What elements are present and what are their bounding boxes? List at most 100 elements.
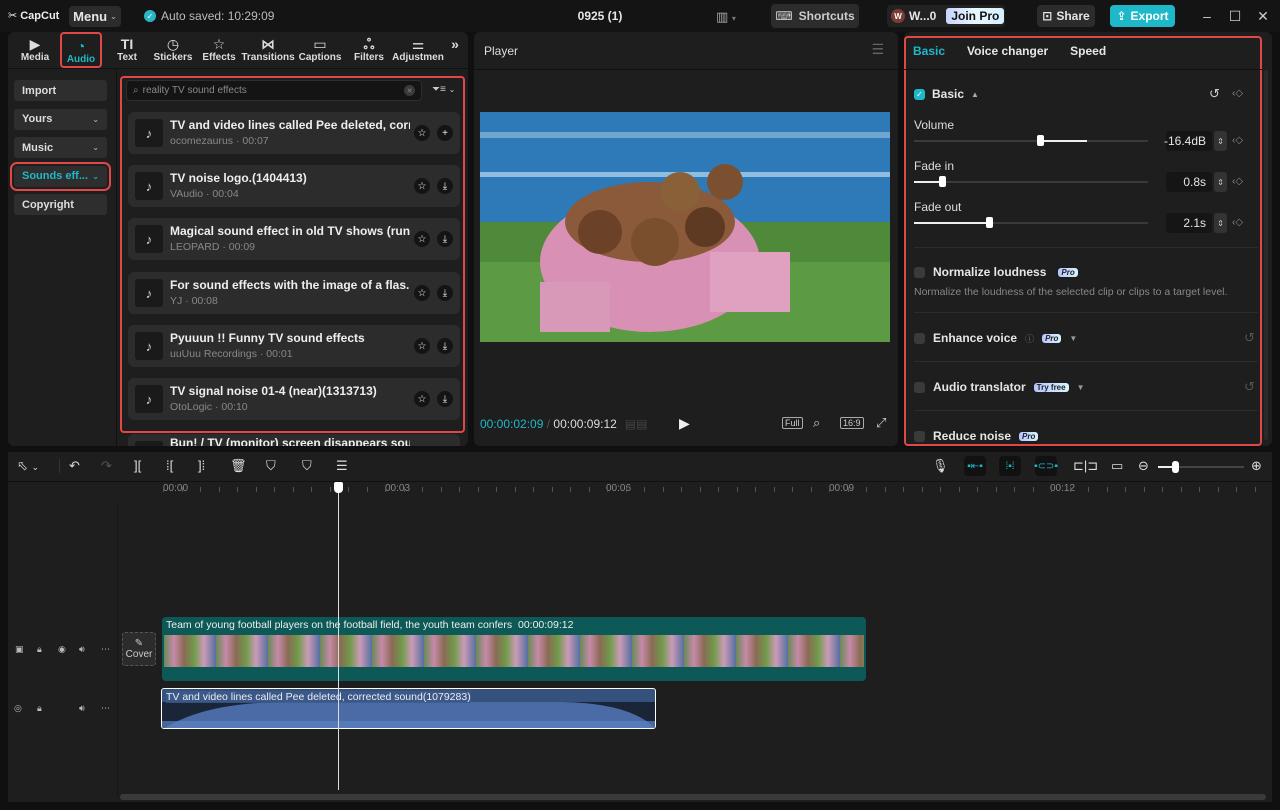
reset-icon[interactable]: ↺ bbox=[1244, 330, 1255, 346]
eye-icon[interactable]: ◉ bbox=[58, 644, 66, 655]
zoom-slider-handle[interactable] bbox=[1172, 461, 1180, 473]
search-input[interactable]: reality TV sound effects bbox=[143, 85, 247, 96]
help-icon[interactable]: ⓘ bbox=[1025, 332, 1034, 345]
keyframe-nav-icon[interactable]: ‹◇ bbox=[1232, 88, 1243, 99]
marker-icon[interactable]: ⛉ bbox=[302, 458, 312, 474]
favorite-star-icon[interactable]: ☆ bbox=[414, 285, 430, 301]
tool-filters[interactable]: ஃ Filters bbox=[346, 32, 392, 68]
filter-button[interactable]: ⏷≡ ⌄ bbox=[432, 84, 455, 95]
basic-section-header[interactable]: ✓ Basic ▲ bbox=[914, 87, 979, 101]
normalize-loudness-option[interactable]: Normalize loudness Pro bbox=[914, 265, 1078, 279]
speaker-icon[interactable]: 🔊︎ bbox=[79, 644, 85, 655]
sound-item[interactable]: ♪ TV signal noise 01-4 (near)(1313713) Oto… bbox=[128, 378, 460, 420]
basic-checkbox[interactable]: ✓ bbox=[914, 88, 925, 100]
favorite-star-icon[interactable]: ☆ bbox=[414, 391, 430, 407]
reduce-noise-checkbox[interactable] bbox=[914, 430, 925, 442]
download-icon[interactable]: ⤓ bbox=[437, 285, 453, 301]
zoom-out-icon[interactable]: ⊖ bbox=[1138, 458, 1149, 474]
main-track-magnet-icon[interactable]: ▪⇤▪ bbox=[964, 456, 986, 476]
keyframe-icon[interactable]: ‹◇ bbox=[1232, 176, 1243, 187]
fade-out-slider-handle[interactable] bbox=[985, 217, 993, 228]
category-import[interactable]: Import bbox=[14, 80, 107, 101]
search-field[interactable]: ⌕ reality TV sound effects ✕ bbox=[126, 80, 422, 101]
tab-speed[interactable]: Speed bbox=[1070, 44, 1106, 58]
tool-stickers[interactable]: ◷ Stickers bbox=[150, 32, 196, 68]
playhead[interactable] bbox=[338, 482, 339, 790]
fullscreen-icon[interactable]: ⤢ bbox=[876, 415, 886, 431]
sound-item[interactable]: Bun! / TV (monitor) screen disappears so… bbox=[128, 434, 460, 446]
lock-icon[interactable]: 🔒︎ bbox=[37, 644, 42, 655]
enhance-voice-option[interactable]: Enhance voice ⓘ Pro ▼ bbox=[914, 331, 1077, 345]
lock-icon[interactable]: 🔒︎ bbox=[37, 703, 42, 714]
play-button[interactable]: ▶ bbox=[679, 415, 690, 432]
hamburger-menu-icon[interactable]: ☰ bbox=[871, 41, 884, 58]
download-icon[interactable]: ⤓ bbox=[437, 338, 453, 354]
favorite-star-icon[interactable]: ☆ bbox=[414, 231, 430, 247]
tool-text[interactable]: TI Text bbox=[104, 32, 150, 68]
video-clip[interactable]: Team of young football players on the fo… bbox=[162, 617, 866, 681]
inspector-scrollbar[interactable] bbox=[1264, 70, 1268, 440]
redo-icon[interactable]: ↷ bbox=[101, 458, 112, 474]
close-icon[interactable]: ✕ bbox=[1255, 8, 1271, 25]
tool-effects[interactable]: ☆ Effects bbox=[196, 32, 242, 68]
sound-item[interactable]: ♪ Magical sound effect in old TV shows (r… bbox=[128, 218, 460, 260]
category-sound-effects[interactable]: Sounds eff... ⌄ bbox=[10, 161, 111, 191]
tool-media[interactable]: ▶ Media bbox=[12, 32, 58, 68]
favorite-star-icon[interactable]: ☆ bbox=[414, 178, 430, 194]
category-yours[interactable]: Yours ⌄ bbox=[14, 108, 107, 130]
tab-voice-changer[interactable]: Voice changer bbox=[967, 44, 1048, 58]
add-to-track-icon[interactable]: + bbox=[437, 125, 453, 141]
normalize-checkbox[interactable] bbox=[914, 266, 925, 278]
full-quality-button[interactable]: Full bbox=[782, 417, 803, 429]
reset-icon[interactable]: ↺ bbox=[1209, 86, 1220, 102]
sound-item[interactable]: ♪ Pyuuun !! Funny TV sound effects uuUuu R… bbox=[128, 325, 460, 367]
fade-out-value[interactable]: 2.1s bbox=[1166, 213, 1212, 233]
sound-item[interactable]: ♪ For sound effects with the image of a f… bbox=[128, 272, 460, 314]
caret-down-icon[interactable]: ▼ bbox=[1077, 383, 1085, 392]
aspect-ratio-button[interactable]: 16:9 bbox=[840, 417, 864, 429]
volume-slider-handle[interactable] bbox=[1037, 135, 1045, 146]
category-copyright[interactable]: Copyright bbox=[14, 194, 107, 215]
volume-slider[interactable] bbox=[914, 135, 1148, 146]
join-pro-button[interactable]: Join Pro bbox=[946, 8, 1005, 24]
auto-snapping-icon[interactable]: ⁞▪⁞ bbox=[999, 456, 1021, 476]
zoom-preview-icon[interactable]: ⌕ bbox=[813, 415, 820, 431]
keyframe-icon[interactable]: ‹◇ bbox=[1232, 217, 1243, 228]
download-icon[interactable]: ⤓ bbox=[437, 231, 453, 247]
add-marker-icon[interactable]: ⛉ bbox=[266, 458, 276, 474]
category-music[interactable]: Music ⌄ bbox=[14, 137, 107, 158]
preview-axis-icon[interactable]: ⊏|⊐ bbox=[1073, 458, 1098, 474]
minimize-icon[interactable]: – bbox=[1199, 8, 1215, 24]
timeline-scrollbar[interactable] bbox=[120, 794, 1266, 800]
reduce-noise-option[interactable]: Reduce noise Pro bbox=[914, 429, 1039, 443]
fade-in-slider-handle[interactable] bbox=[939, 176, 947, 187]
zoom-in-icon[interactable]: ⊕ bbox=[1251, 458, 1262, 474]
export-button[interactable]: ⇪ Export bbox=[1110, 5, 1175, 27]
more-icon[interactable]: ⋯ bbox=[101, 703, 110, 714]
split-icon[interactable]: ][ bbox=[134, 458, 141, 473]
timeline-zoom-slider[interactable] bbox=[1158, 461, 1244, 473]
download-icon[interactable]: ⤓ bbox=[437, 178, 453, 194]
fade-out-slider[interactable] bbox=[914, 217, 1148, 228]
video-preview[interactable] bbox=[480, 112, 890, 342]
split-left-icon[interactable]: ⁞[ bbox=[166, 458, 173, 473]
audio-translator-option[interactable]: Audio translator Try free ▼ bbox=[914, 380, 1085, 394]
menu-button[interactable]: Menu ⌄ bbox=[69, 6, 121, 27]
maximize-icon[interactable]: ☐ bbox=[1227, 8, 1243, 25]
microphone-icon[interactable]: 🎙︎ bbox=[932, 458, 949, 474]
enhance-voice-checkbox[interactable] bbox=[914, 332, 925, 344]
sound-item[interactable]: ♪ TV and video lines called Pee deleted, … bbox=[128, 112, 460, 154]
tool-adjustment[interactable]: ⚌ Adjustmen bbox=[392, 32, 444, 68]
reset-icon[interactable]: ↺ bbox=[1244, 379, 1255, 395]
favorite-star-icon[interactable]: ☆ bbox=[414, 338, 430, 354]
audio-translator-checkbox[interactable] bbox=[914, 381, 925, 393]
keyframe-icon[interactable]: ‹◇ bbox=[1232, 135, 1243, 146]
fade-in-value[interactable]: 0.8s bbox=[1166, 172, 1212, 192]
fade-in-slider[interactable] bbox=[914, 176, 1148, 187]
volume-value[interactable]: -16.4dB bbox=[1164, 131, 1212, 151]
shortcuts-button[interactable]: ⌨ Shortcuts bbox=[771, 4, 859, 28]
volume-stepper[interactable]: ⇕ bbox=[1214, 131, 1227, 151]
share-button[interactable]: ⊡ Share bbox=[1037, 5, 1095, 27]
cover-button[interactable]: ✎ Cover bbox=[122, 632, 156, 666]
user-account[interactable]: W W...0 Join Pro bbox=[887, 5, 1005, 27]
